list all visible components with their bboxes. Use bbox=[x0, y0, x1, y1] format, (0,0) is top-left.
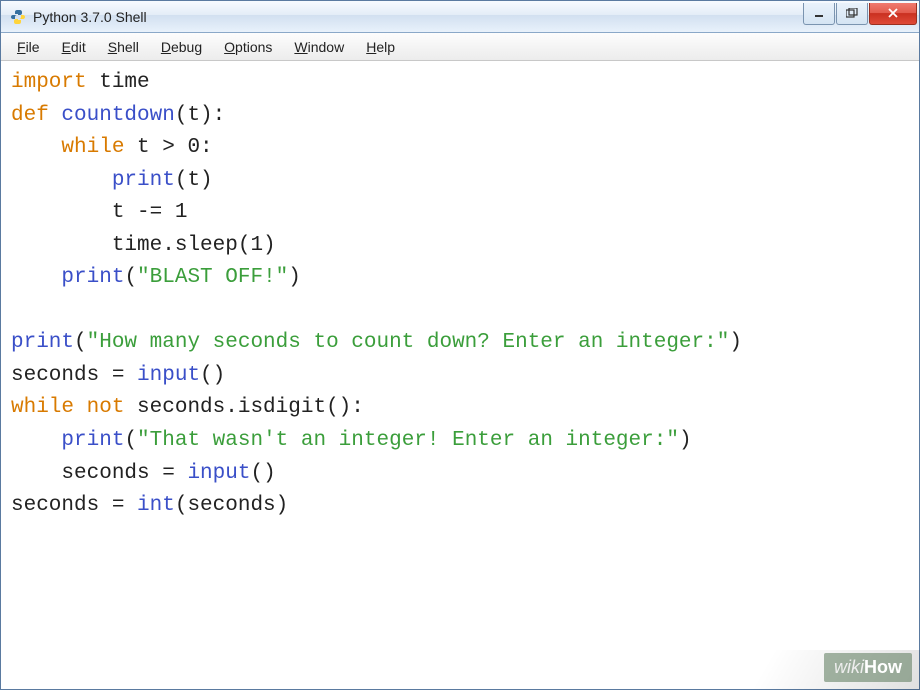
builtin: print bbox=[11, 331, 74, 354]
minimize-button[interactable] bbox=[803, 3, 835, 25]
keyword: not bbox=[87, 396, 125, 419]
keyword: while bbox=[11, 396, 74, 419]
window-title: Python 3.7.0 Shell bbox=[33, 9, 803, 25]
window-controls bbox=[803, 3, 917, 25]
builtin: print bbox=[61, 266, 124, 289]
close-button[interactable] bbox=[869, 3, 917, 25]
builtin: print bbox=[61, 429, 124, 452]
menu-shell[interactable]: Shell bbox=[98, 36, 149, 58]
menu-help[interactable]: Help bbox=[356, 36, 405, 58]
menu-debug[interactable]: Debug bbox=[151, 36, 212, 58]
wikihow-watermark: wikiHow bbox=[824, 653, 912, 682]
python-shell-window: Python 3.7.0 Shell File Edit Shell Debug… bbox=[0, 0, 920, 690]
string-literal: "That wasn't an integer! Enter an intege… bbox=[137, 429, 679, 452]
function-name: countdown bbox=[49, 104, 175, 127]
builtin: print bbox=[112, 169, 175, 192]
menu-file[interactable]: File bbox=[7, 36, 50, 58]
menu-edit[interactable]: Edit bbox=[52, 36, 96, 58]
string-literal: "BLAST OFF!" bbox=[137, 266, 288, 289]
titlebar[interactable]: Python 3.7.0 Shell bbox=[1, 1, 919, 33]
keyword: while bbox=[61, 136, 124, 159]
app-icon bbox=[9, 8, 27, 26]
builtin: input bbox=[137, 364, 200, 387]
menu-options[interactable]: Options bbox=[214, 36, 282, 58]
builtin: int bbox=[137, 494, 175, 517]
menu-window[interactable]: Window bbox=[284, 36, 354, 58]
keyword: import bbox=[11, 71, 87, 94]
builtin: input bbox=[187, 462, 250, 485]
code-editor[interactable]: import time def countdown(t): while t > … bbox=[1, 61, 919, 689]
string-literal: "How many seconds to count down? Enter a… bbox=[87, 331, 730, 354]
maximize-button[interactable] bbox=[836, 3, 868, 25]
menubar: File Edit Shell Debug Options Window Hel… bbox=[1, 33, 919, 61]
keyword: def bbox=[11, 104, 49, 127]
